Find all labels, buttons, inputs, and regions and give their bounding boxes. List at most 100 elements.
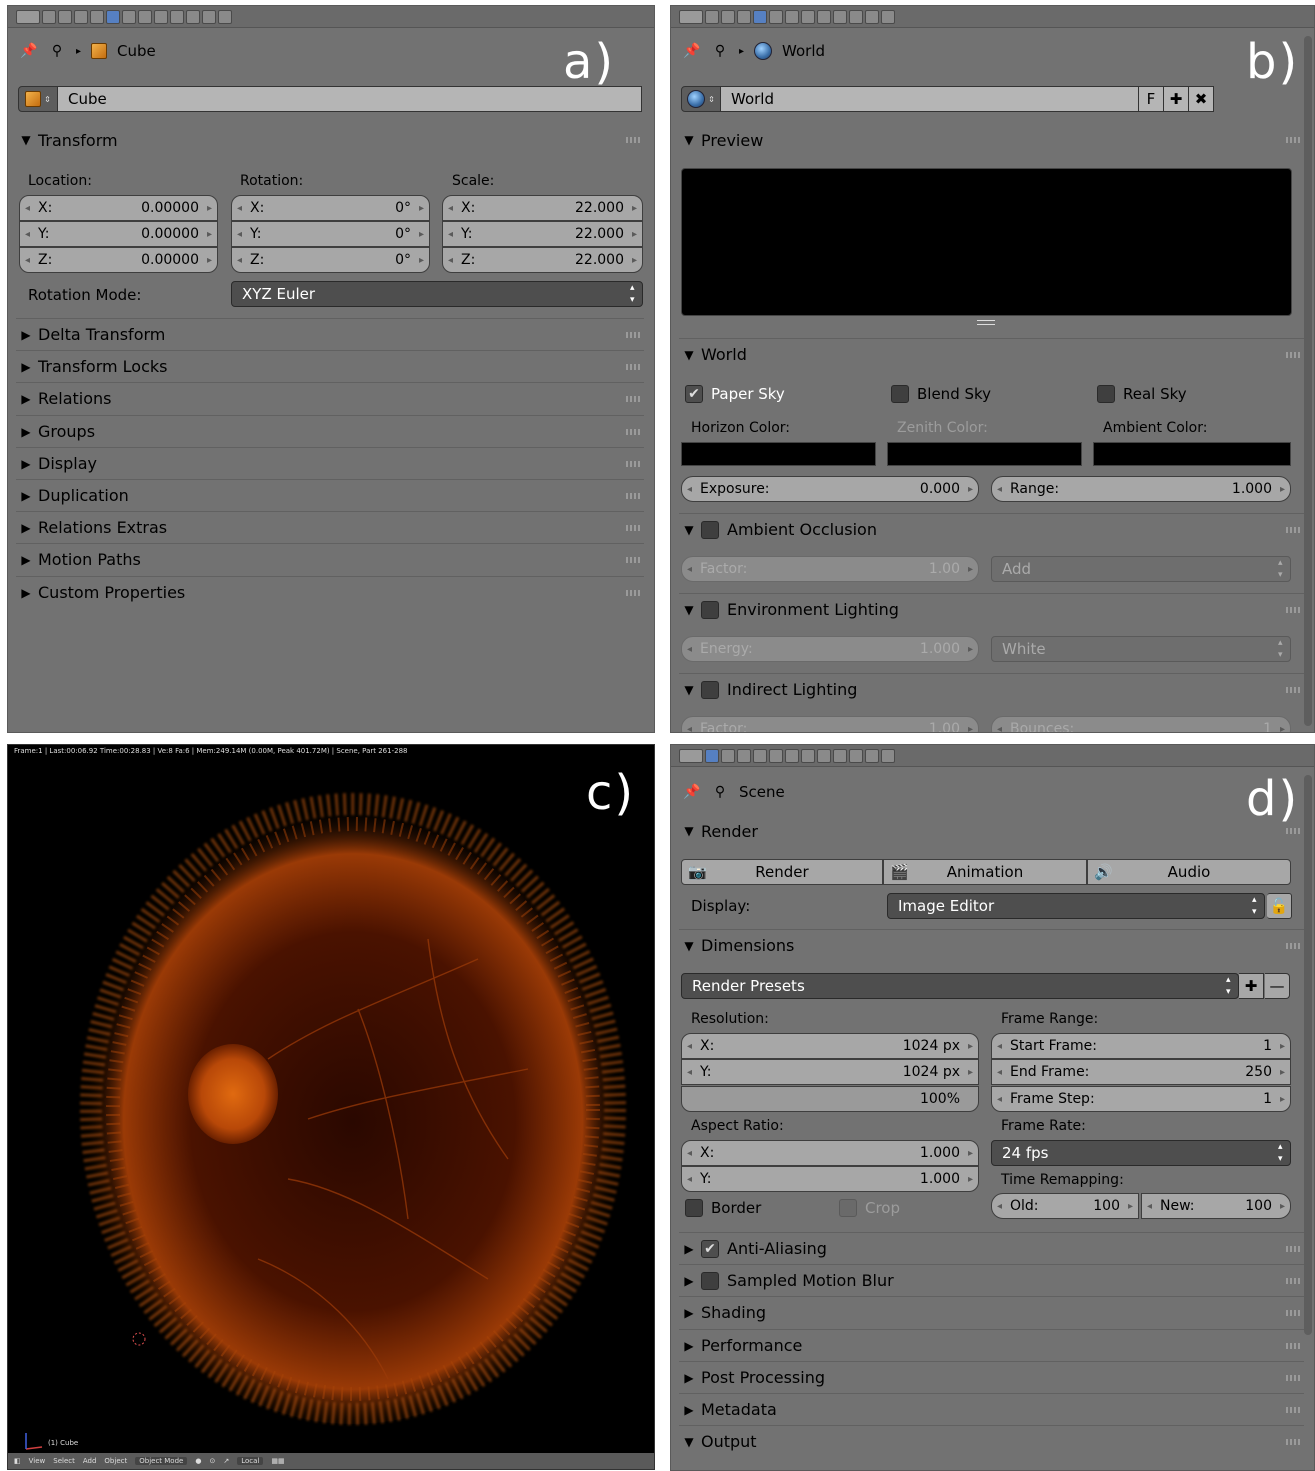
world-tab-icon[interactable] [753, 748, 767, 763]
data-tab-icon[interactable] [817, 748, 831, 763]
layers-icon[interactable]: ▦▦ [271, 1457, 284, 1465]
pin-icon[interactable]: 📌 [683, 42, 701, 60]
frame-step-field[interactable]: Frame Step: 1 [991, 1086, 1291, 1112]
real-sky-checkbox[interactable]: Real Sky [1097, 385, 1187, 403]
range-field[interactable]: Range: 1.000 [991, 476, 1291, 502]
section-ambient-occlusion[interactable]: ▼ Ambient Occlusion [679, 513, 1304, 545]
drag-grip-icon[interactable] [626, 461, 640, 467]
section-dimensions[interactable]: ▼ Dimensions [679, 929, 1304, 961]
time-old-field[interactable]: Old: 100 [991, 1193, 1139, 1219]
modifiers-tab-icon[interactable] [801, 748, 815, 763]
orientation-dropdown[interactable]: Local [237, 1457, 264, 1465]
pin-icon[interactable]: 📌 [683, 783, 701, 801]
section-transform-locks[interactable]: ▶ Transform Locks [16, 350, 644, 382]
add-world-icon[interactable]: ✚ [1164, 86, 1189, 112]
object-tab-icon[interactable] [769, 9, 783, 24]
drag-grip-icon[interactable] [1286, 1310, 1300, 1316]
lock-interface-icon[interactable]: 🔓 [1267, 893, 1292, 919]
border-checkbox[interactable]: Border [685, 1199, 761, 1217]
scene-tab-icon[interactable] [737, 748, 751, 763]
section-metadata[interactable]: ▶ Metadata [679, 1393, 1304, 1425]
panel-c-3d-viewport[interactable]: Frame:1 | Last:00:06.92 Time:00:28.83 | … [7, 744, 655, 1470]
modifiers-tab-icon[interactable] [138, 9, 152, 24]
material-tab-icon[interactable] [833, 9, 847, 24]
checkmark-icon[interactable]: ✔ [701, 1239, 719, 1258]
zenith-color-swatch[interactable] [887, 442, 1082, 466]
drag-grip-icon[interactable] [626, 332, 640, 338]
manipulator-icon[interactable]: ↗ [223, 1457, 229, 1465]
env-color-dropdown[interactable]: White [991, 636, 1291, 662]
constraints-tab-icon[interactable] [785, 748, 799, 763]
physics-tab-icon[interactable] [881, 9, 895, 24]
rotation-z-field[interactable]: Z: 0° [231, 247, 430, 273]
menu-view[interactable]: View [29, 1457, 46, 1465]
drag-grip-icon[interactable] [626, 396, 640, 402]
render-presets-dropdown[interactable]: Render Presets [681, 973, 1239, 999]
scene-tab-icon[interactable] [737, 9, 751, 24]
pivot-icon[interactable]: ⊙ [209, 1457, 215, 1465]
drag-grip-icon[interactable] [626, 137, 640, 143]
physics-tab-icon[interactable] [881, 748, 895, 763]
animation-button[interactable]: 🎬 Animation [883, 859, 1087, 885]
enable-checkbox[interactable] [701, 520, 719, 539]
enable-checkbox[interactable] [701, 600, 719, 619]
ambient-color-swatch[interactable] [1093, 442, 1291, 466]
resolution-percentage-slider[interactable]: 100% [681, 1086, 979, 1112]
section-world[interactable]: ▼ World [679, 338, 1304, 370]
drag-grip-icon[interactable] [1286, 352, 1300, 358]
section-display[interactable]: ▶ Display [16, 447, 644, 479]
particles-tab-icon[interactable] [202, 9, 216, 24]
particles-tab-icon[interactable] [865, 9, 879, 24]
material-tab-icon[interactable] [833, 748, 847, 763]
section-delta-transform[interactable]: ▶ Delta Transform [16, 318, 644, 350]
fake-user-button[interactable]: F [1139, 86, 1164, 112]
layers-tab-icon[interactable] [721, 9, 735, 24]
exposure-field[interactable]: Exposure: 0.000 [681, 476, 979, 502]
shading-icon[interactable]: ● [195, 1457, 201, 1465]
paper-sky-checkbox[interactable]: ✔ Paper Sky [685, 385, 785, 403]
drag-grip-icon[interactable] [626, 525, 640, 531]
location-x-field[interactable]: X: 0.00000 [19, 195, 218, 221]
world-name-field[interactable]: World [721, 86, 1139, 112]
vertical-scrollbar[interactable] [1304, 775, 1312, 1335]
section-relations[interactable]: ▶ Relations [16, 382, 644, 414]
energy-field[interactable]: Energy: 1.000 [681, 636, 979, 662]
texture-tab-icon[interactable] [186, 9, 200, 24]
add-preset-icon[interactable]: ✚ [1239, 973, 1264, 999]
location-y-field[interactable]: Y: 0.00000 [19, 221, 218, 247]
editor-type-button[interactable] [679, 9, 703, 24]
indirect-factor-field[interactable]: Factor: 1.00 [681, 716, 979, 732]
section-motion-paths[interactable]: ▶ Motion Paths [16, 543, 644, 575]
display-dropdown[interactable]: Image Editor [887, 893, 1265, 919]
horizon-color-swatch[interactable] [681, 442, 876, 466]
ao-blend-dropdown[interactable]: Add [991, 556, 1291, 582]
drag-grip-icon[interactable] [1286, 1343, 1300, 1349]
section-environment-lighting[interactable]: ▼ Environment Lighting [679, 593, 1304, 625]
section-shading[interactable]: ▶ Shading [679, 1296, 1304, 1328]
drag-grip-icon[interactable] [1286, 527, 1300, 533]
drag-grip-icon[interactable] [1286, 943, 1300, 949]
section-render[interactable]: ▼ Render [679, 815, 1304, 847]
section-relations-extras[interactable]: ▶ Relations Extras [16, 511, 644, 543]
resolution-y-field[interactable]: Y: 1024 px [681, 1059, 979, 1085]
object-name-field[interactable]: Cube [58, 86, 642, 112]
world-tab-icon[interactable] [90, 9, 104, 24]
constraints-tab-icon[interactable] [122, 9, 136, 24]
drag-grip-icon[interactable] [1286, 1407, 1300, 1413]
scene-tab-icon[interactable] [74, 9, 88, 24]
drag-grip-icon[interactable] [1286, 828, 1300, 834]
scale-z-field[interactable]: Z: 22.000 [442, 247, 643, 273]
texture-tab-icon[interactable] [849, 748, 863, 763]
location-z-field[interactable]: Z: 0.00000 [19, 247, 218, 273]
editor-type-icon[interactable]: ◧ [14, 1457, 21, 1465]
time-new-field[interactable]: New: 100 [1141, 1193, 1291, 1219]
section-preview[interactable]: ▼ Preview [679, 124, 1304, 156]
enable-checkbox[interactable] [701, 680, 719, 699]
section-transform[interactable]: ▼ Transform [16, 124, 644, 156]
mode-dropdown[interactable]: Object Mode [135, 1457, 188, 1465]
editor-type-button[interactable] [16, 9, 40, 24]
crop-checkbox[interactable]: Crop [839, 1199, 900, 1217]
drag-grip-icon[interactable] [1286, 1375, 1300, 1381]
data-tab-icon[interactable] [154, 9, 168, 24]
aspect-y-field[interactable]: Y: 1.000 [681, 1166, 979, 1192]
